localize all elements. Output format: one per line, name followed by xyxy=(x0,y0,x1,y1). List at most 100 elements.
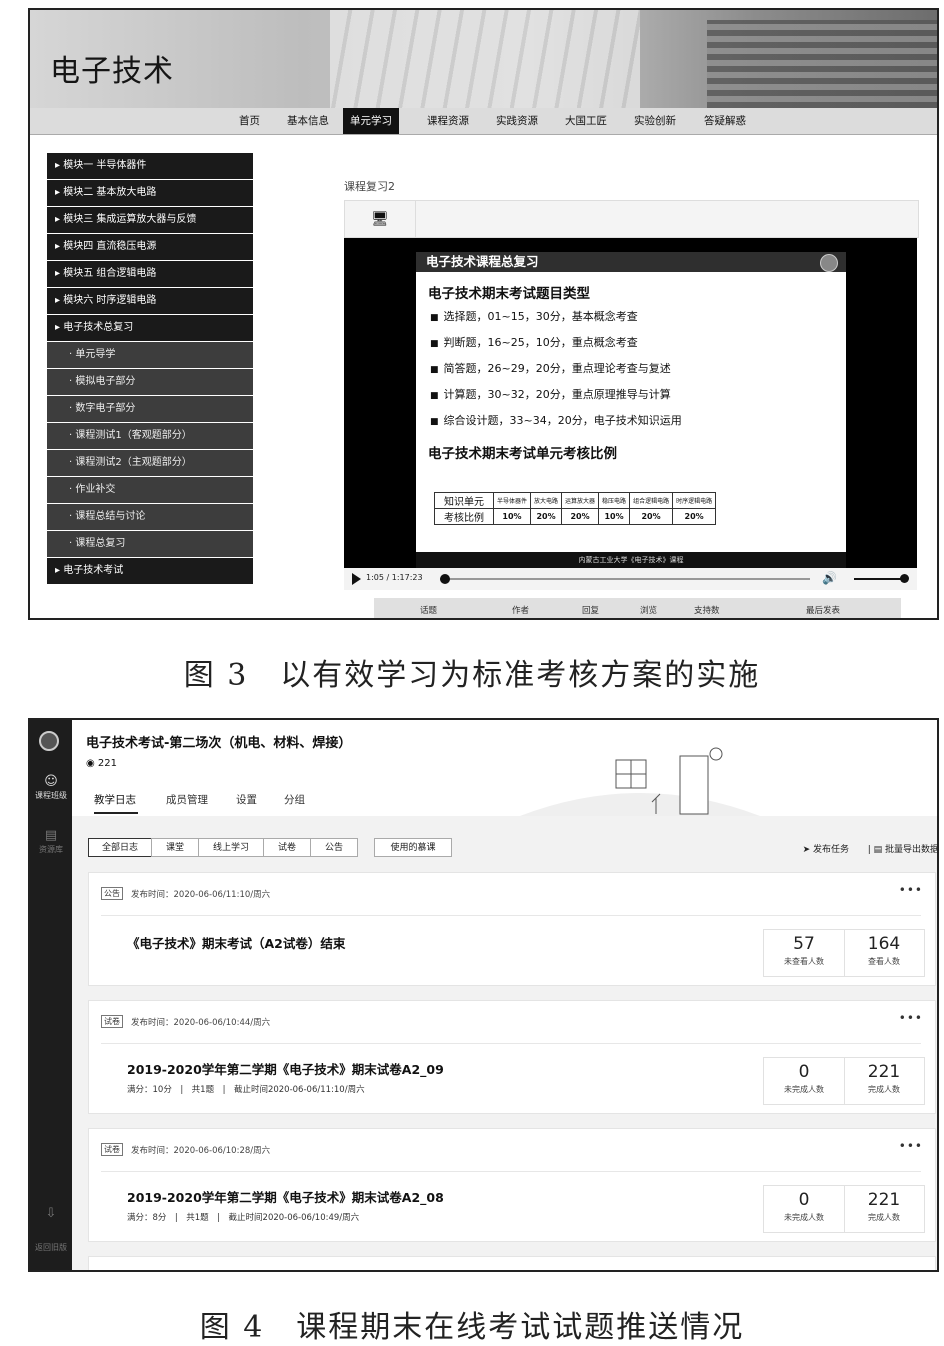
table-row-label: 知识单元 xyxy=(434,492,494,509)
player-controls: 1:05 / 1:17:23 🔊 xyxy=(344,568,917,590)
nav-home[interactable]: 首页 xyxy=(232,108,267,134)
sidebar-module-1[interactable]: ▸ 模块一 半导体器件 xyxy=(47,153,253,179)
monitor-icon[interactable]: 🖥 xyxy=(345,201,416,237)
nav-basic-info[interactable]: 基本信息 xyxy=(280,108,336,134)
left-rail: ☺ 课程班级 ▤ 资源库 ⇩ 返回旧版 xyxy=(30,720,72,1270)
rail-class[interactable]: ☺ 课程班级 xyxy=(30,774,72,801)
seek-handle[interactable] xyxy=(440,574,451,584)
publish-task-button[interactable]: ➤ 发布任务 xyxy=(803,842,849,855)
nav-practice-resources[interactable]: 实践资源 xyxy=(489,108,545,134)
member-count: ◉ 221 xyxy=(86,758,117,769)
rail-library[interactable]: ▤ 资源库 xyxy=(30,828,72,855)
card-title[interactable]: 《电子技术》期末考试（A2试卷）结束 xyxy=(127,933,345,952)
figure-3-screenshot: 电子技术 首页 基本信息 单元学习 课程资源 实践资源 大国工匠 实验创新 答疑… xyxy=(28,8,939,620)
sidebar-sub-homework[interactable]: · 作业补交 xyxy=(47,477,253,503)
log-card[interactable]: 公告 发布时间：2020-06-06/11:10/周六 ••• 《电子技术》期末… xyxy=(88,872,936,986)
card-type-badge: 公告 xyxy=(101,887,123,900)
sidebar-sub-test-1[interactable]: · 课程测试1（客观题部分） xyxy=(47,423,253,449)
table-cell-ratio: 20% xyxy=(629,508,674,525)
member-count-value: 221 xyxy=(97,758,118,769)
sidebar-item-label: 模块三 集成运算放大器与反馈 xyxy=(63,214,197,225)
site-banner: 电子技术 xyxy=(30,10,937,108)
more-options-icon[interactable]: ••• xyxy=(899,1139,923,1153)
tab-members[interactable]: 成员管理 xyxy=(166,792,208,807)
sidebar-item-label: 模块六 时序逻辑电路 xyxy=(63,295,157,306)
sidebar-sub-analog[interactable]: · 模拟电子部分 xyxy=(47,369,253,395)
sidebar-item-label: 模块五 组合逻辑电路 xyxy=(63,268,157,279)
slide-bullet: 计算题，30~32，20分，重点原理推导与计算 xyxy=(430,386,846,402)
log-feed: 公告 发布时间：2020-06-06/11:10/周六 ••• 《电子技术》期末… xyxy=(72,872,937,1270)
card-meta: 满分：10分 | 共1题 | 截止时间2020-06-06/11:10/周六 xyxy=(127,1085,365,1095)
sidebar-item-label: 模块四 直流稳压电源 xyxy=(63,241,157,252)
stat-value: 164 xyxy=(867,934,901,954)
sidebar-sub-digital[interactable]: · 数字电子部分 xyxy=(47,396,253,422)
forum-table-header: 话题 作者 回复 浏览 支持数 最后发表 xyxy=(374,598,901,618)
volume-handle[interactable] xyxy=(900,574,909,583)
filter-exam[interactable]: 试卷 xyxy=(263,838,311,857)
sidebar-module-6[interactable]: ▸ 模块六 时序逻辑电路 xyxy=(47,288,253,314)
card-title[interactable]: 2019-2020学年第二学期《电子技术》期末试卷A2_08 xyxy=(127,1187,444,1206)
sidebar-sub-review[interactable]: · 课程总复习 xyxy=(47,531,253,557)
video-player[interactable]: 电子技术课程总复习 电子技术期末考试题目类型 选择题，01~15，30分，基本概… xyxy=(344,238,917,568)
filter-all[interactable]: 全部日志 xyxy=(88,838,152,857)
nav-qa[interactable]: 答疑解惑 xyxy=(697,108,753,134)
stat-unviewed[interactable]: 57 未查看人数 xyxy=(764,934,844,967)
banner-newspaper-image xyxy=(330,10,640,108)
rail-back-old[interactable]: 返回旧版 xyxy=(30,1242,72,1253)
download-icon[interactable]: ⇩ xyxy=(30,1206,72,1222)
sidebar-module-4[interactable]: ▸ 模块四 直流稳压电源 xyxy=(47,234,253,260)
sidebar-module-review[interactable]: ▸ 电子技术总复习 xyxy=(47,315,253,341)
nav-craftsmen[interactable]: 大国工匠 xyxy=(558,108,614,134)
volume-slider[interactable] xyxy=(854,578,904,580)
slide-header-text: 电子技术课程总复习 xyxy=(426,254,539,269)
batch-export-button[interactable]: | ▤ 批量导出数据 xyxy=(868,842,937,855)
publish-task-label: 发布任务 xyxy=(812,845,849,855)
play-icon[interactable] xyxy=(352,573,361,585)
used-mooc-button[interactable]: 使用的慕课 xyxy=(374,838,452,857)
stat-value: 0 xyxy=(798,1190,810,1210)
tab-teaching-log[interactable]: 教学日志 xyxy=(94,792,136,807)
table-cell-ratio: 20% xyxy=(530,508,563,525)
sidebar-module-5[interactable]: ▸ 模块五 组合逻辑电路 xyxy=(47,261,253,287)
nav-course-resources[interactable]: 课程资源 xyxy=(420,108,476,134)
stat-viewed[interactable]: 164 查看人数 xyxy=(844,934,924,967)
stat-value: 221 xyxy=(867,1062,901,1082)
sidebar-sub-unit-guide[interactable]: · 单元导学 xyxy=(47,342,253,368)
log-card[interactable]: 试卷 发布时间：2020-06-06/10:28/周六 ••• 2019-202… xyxy=(88,1128,936,1242)
figure-4-caption: 图 4 课程期末在线考试试题推送情况 xyxy=(199,1310,745,1345)
slide-bullet: 简答题，26~29，20分，重点理论考查与复述 xyxy=(430,360,846,376)
more-options-icon[interactable]: ••• xyxy=(899,1011,923,1025)
card-publish-time: 发布时间：2020-06-06/10:28/周六 xyxy=(131,1146,271,1156)
card-stats: 0 未完成人数 221 完成人数 xyxy=(763,1185,925,1233)
nav-unit-study[interactable]: 单元学习 xyxy=(343,108,399,134)
sidebar-item-label: 单元导学 xyxy=(75,349,116,360)
sidebar-module-2[interactable]: ▸ 模块二 基本放大电路 xyxy=(47,180,253,206)
sidebar-item-label: 电子技术总复习 xyxy=(63,322,134,333)
filter-class[interactable]: 课堂 xyxy=(151,838,199,857)
card-title[interactable]: 2019-2020学年第二学期《电子技术》期末试卷A2_09 xyxy=(127,1059,444,1078)
stat-incomplete[interactable]: 0 未完成人数 xyxy=(764,1062,844,1095)
stat-incomplete[interactable]: 0 未完成人数 xyxy=(764,1190,844,1223)
tab-settings[interactable]: 设置 xyxy=(236,792,257,807)
sidebar-module-exam[interactable]: ▸ 电子技术考试 xyxy=(47,558,253,584)
stat-complete[interactable]: 221 完成人数 xyxy=(844,1062,924,1095)
nav-experiment-innovation[interactable]: 实验创新 xyxy=(627,108,683,134)
sidebar-sub-test-2[interactable]: · 课程测试2（主观题部分） xyxy=(47,450,253,476)
filter-notice[interactable]: 公告 xyxy=(310,838,358,857)
figure-4-screenshot: ☺ 课程班级 ▤ 资源库 ⇩ 返回旧版 电子技术考试-第二场次（机电、材料、焊接… xyxy=(28,718,939,1272)
slide-header: 电子技术课程总复习 xyxy=(416,252,846,272)
sidebar-module-3[interactable]: ▸ 模块三 集成运算放大器与反馈 xyxy=(47,207,253,233)
volume-icon[interactable]: 🔊 xyxy=(822,571,837,585)
tab-groups[interactable]: 分组 xyxy=(284,792,305,807)
table-cell-unit: 放大电路 xyxy=(530,492,563,509)
filter-online[interactable]: 线上学习 xyxy=(198,838,264,857)
active-tab-indicator xyxy=(94,812,138,814)
log-card[interactable]: 试卷 发布时间：2020-06-06/10:44/周六 ••• 2019-202… xyxy=(88,1000,936,1114)
sidebar-sub-summary[interactable]: · 课程总结与讨论 xyxy=(47,504,253,530)
stat-complete[interactable]: 221 完成人数 xyxy=(844,1190,924,1223)
more-options-icon[interactable]: ••• xyxy=(899,883,923,897)
rail-label: 资源库 xyxy=(39,845,63,854)
app-logo-icon[interactable] xyxy=(39,731,59,751)
table-cell-unit: 时序逻辑电路 xyxy=(672,492,717,509)
seek-bar[interactable] xyxy=(440,578,810,580)
